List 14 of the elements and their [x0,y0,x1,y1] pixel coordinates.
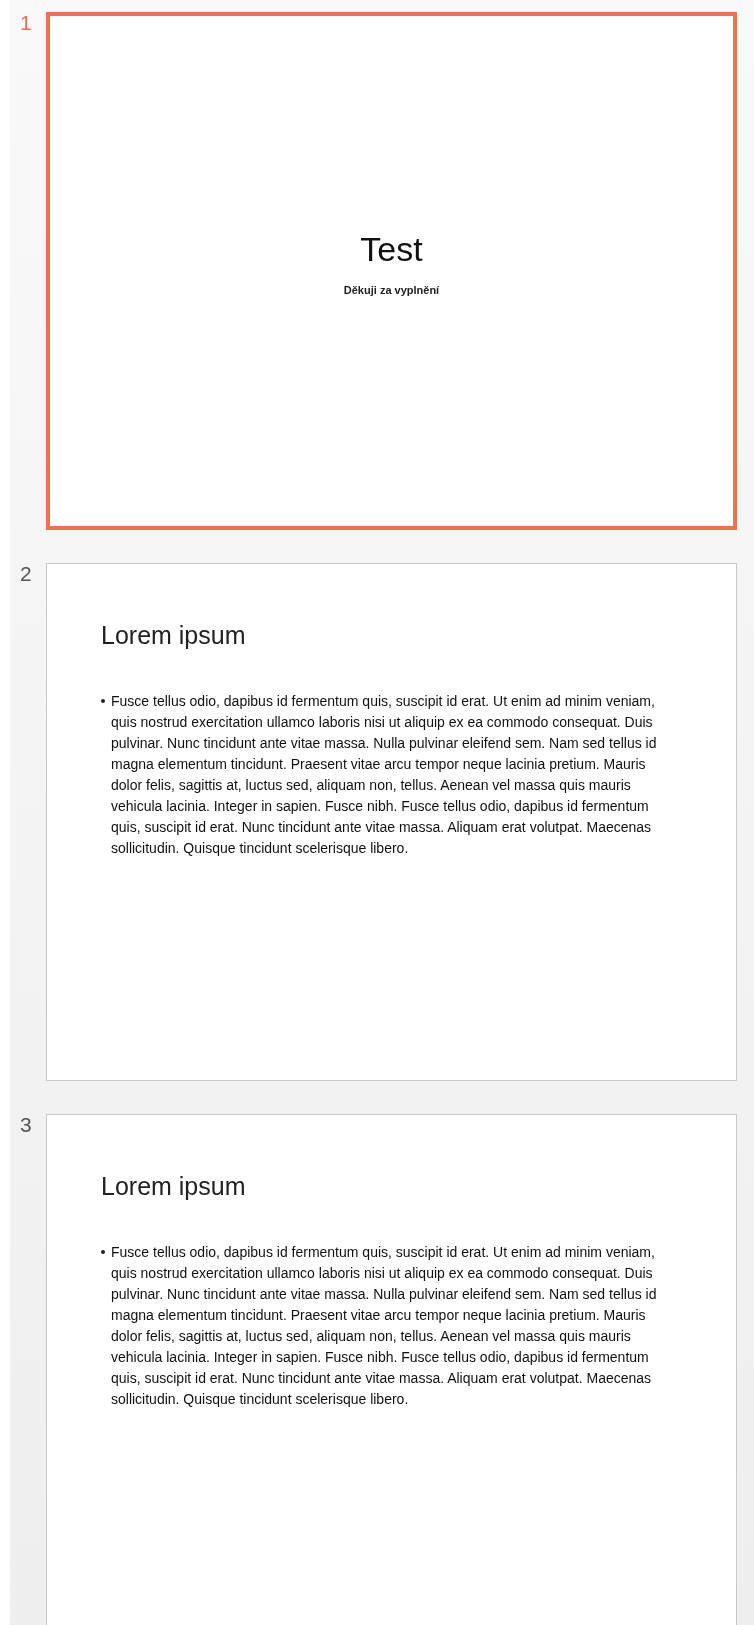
slide-thumbnail[interactable]: Test Děkuji za vyplnění [46,12,737,530]
bullet-icon [101,1250,105,1255]
bullet-text: Fusce tellus odio, dapibus id fermentum quis, suscipit id erat. Ut enim ad minim veniam, quis nostrud exercitation ullamco laboris nisi ut aliquip ex ea commodo consequat. Duis pulvinar. Nunc tincidunt ante vitae massa. Nulla pulvinar eleifend sem. Nam sed tellus id magna elementum tincidunt. Praesent vitae arcu tempor neque lacinia pretium. Mauris dolor felis, sagittis at, luctus sed, aliquam non, tellus. Aenean vel massa quis mauris vehicula lacinia. Integer in sapien. Fusce nibh. Fusce tellus odio, dapibus id fermentum quis, suscipit id erat. Nunc tincidunt ante vitae massa. Aliquam erat volutpat. Maecenas sollicitudin. Quisque tincidunt scelerisque libero. [111,1243,658,1410]
slide-thumbnail[interactable] [46,1114,737,1625]
slide-thumbnail[interactable] [46,563,737,1081]
slide-subtitle: Děkuji za vyplnění [343,283,440,298]
slide-title: Lorem ipsum [101,620,247,651]
bullet-icon [101,699,105,704]
slide-title: Test [360,228,423,270]
bullet-text: Fusce tellus odio, dapibus id fermentum quis, suscipit id erat. Ut enim ad minim veniam, quis nostrud exercitation ullamco laboris nisi ut aliquip ex ea commodo consequat. Duis pulvinar. Nunc tincidunt ante vitae massa. Nulla pulvinar eleifend sem. Nam sed tellus id magna elementum tincidunt. Praesent vitae arcu tempor neque lacinia pretium. Mauris dolor felis, sagittis at, luctus sed, aliquam non, tellus. Aenean vel massa quis mauris vehicula lacinia. Integer in sapien. Fusce nibh. Fusce tellus odio, dapibus id fermentum quis, suscipit id erat. Nunc tincidunt ante vitae massa. Aliquam erat volutpat. Maecenas sollicitudin. Quisque tincidunt scelerisque libero. [111,692,658,859]
slide-number: 3 [19,1114,33,1138]
slide-number: 2 [19,563,33,587]
slide-title: Lorem ipsum [101,1171,247,1202]
slide-number: 1 [19,12,33,36]
